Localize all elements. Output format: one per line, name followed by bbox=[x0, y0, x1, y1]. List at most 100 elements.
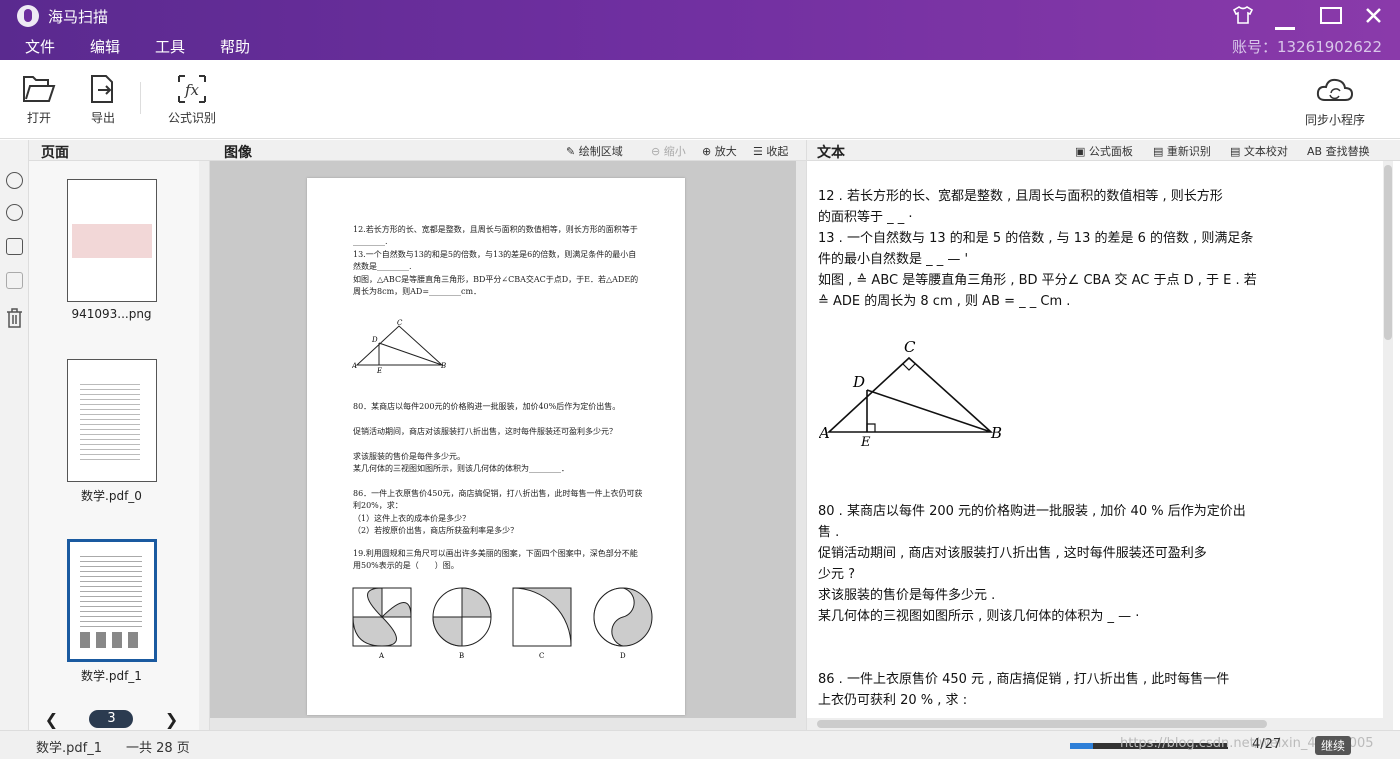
page-thumbnail-1[interactable] bbox=[67, 179, 157, 302]
minimize-icon[interactable] bbox=[1275, 15, 1295, 36]
collapse-button[interactable]: ☰ 收起 bbox=[753, 143, 788, 159]
proofread-button[interactable]: ▤ 文本校对 bbox=[1230, 143, 1288, 159]
formula-panel-button[interactable]: ▣ 公式面板 bbox=[1075, 143, 1133, 159]
sync-miniprogram-button[interactable]: 同步小程序 bbox=[1305, 76, 1365, 128]
page-pager: ❮ 3 ❯ bbox=[29, 708, 194, 730]
doc-question-80b: 促销活动期间，商店对该服装打八折出售，这时每件服装还可盈利多少元？ bbox=[353, 427, 617, 436]
menu-help[interactable]: 帮助 bbox=[220, 36, 250, 57]
ocr-text-line[interactable]: 86 . 一件上衣原售价 450 元 , 商店搞促销 , 打八折出售 , 此时每… bbox=[818, 669, 1229, 690]
collapse-label: 收起 bbox=[766, 145, 789, 158]
page-thumbnail-2[interactable] bbox=[67, 359, 157, 482]
ocr-tri-label-a: A bbox=[819, 424, 830, 442]
ocr-text-line[interactable]: 件的最小自然数是 _ _ — ' bbox=[818, 249, 968, 270]
menu-file[interactable]: 文件 bbox=[25, 36, 55, 57]
trash-icon[interactable] bbox=[6, 308, 23, 328]
pages-scrollbar[interactable] bbox=[199, 161, 209, 730]
re-recognize-button[interactable]: ▤ 重新识别 bbox=[1153, 143, 1211, 159]
doc-tri-label-d: D bbox=[371, 336, 378, 344]
pages-panel-title: 页面 bbox=[29, 140, 210, 161]
ocr-text-line[interactable]: 80 . 某商店以每件 200 元的价格购进一批服装 , 加价 40 % 后作为… bbox=[818, 501, 1246, 522]
doc-question-86b: （2）若按原价出售，商店所获盈利率是多少？ bbox=[353, 526, 519, 535]
find-replace-label: 查找替换 bbox=[1325, 145, 1370, 158]
maximize-icon[interactable] bbox=[1320, 7, 1342, 29]
re-recognize-label: 重新识别 bbox=[1166, 145, 1211, 158]
image-vscrollbar[interactable] bbox=[796, 161, 806, 730]
ocr-tri-label-e: E bbox=[860, 435, 871, 446]
ocr-text-line[interactable]: 上衣仍可获利 20 % , 求 : bbox=[818, 690, 967, 711]
folder-open-icon bbox=[23, 76, 56, 102]
ocr-text-line[interactable]: 少元 ? bbox=[818, 564, 855, 585]
rotate-right-icon[interactable] bbox=[6, 172, 23, 189]
ocr-text-line[interactable]: 求该服装的售价是每件多少元 . bbox=[818, 585, 995, 606]
pages-panel: 页面 941093...png 数学.pdf_0 数学.pdf_1 ❮ 3 ❯ bbox=[29, 140, 210, 730]
page-thumbnail-label: 数学.pdf_1 bbox=[81, 669, 142, 683]
skin-shirt-icon[interactable] bbox=[1232, 6, 1254, 29]
ocr-text-line[interactable]: 如图 , ≙ ABC 是等腰直角三角形 , BD 平分∠ CBA 交 AC 于点… bbox=[818, 270, 1257, 291]
status-total-pages: 一共 28 页 bbox=[126, 741, 190, 756]
page-thumbnail-label: 数学.pdf_0 bbox=[81, 489, 142, 503]
menu-tools[interactable]: 工具 bbox=[155, 36, 185, 57]
text-hscrollbar[interactable] bbox=[807, 718, 1383, 730]
ocr-text-line[interactable]: 促销活动期间 , 商店对该服装打八折出售 , 这时每件服装还可盈利多 bbox=[818, 543, 1207, 564]
ocr-text-line[interactable]: 售 . bbox=[818, 522, 839, 543]
formula-panel-label: 公式面板 bbox=[1088, 145, 1133, 158]
move-up-icon[interactable] bbox=[6, 238, 23, 255]
app-title: 海马扫描 bbox=[48, 8, 109, 26]
text-hscroll-thumb[interactable] bbox=[817, 720, 1267, 728]
continue-button[interactable]: 继续 bbox=[1315, 736, 1352, 755]
find-replace-button[interactable]: AB 查找替换 bbox=[1307, 143, 1370, 159]
image-panel-title: 图像 bbox=[224, 145, 252, 161]
draw-area-button[interactable]: ✎ 绘制区域 bbox=[566, 143, 623, 159]
doc-question-86: 86．一件上衣原售价450元，商店搞促销，打八折出售，此时每售一件上衣仍可获利2… bbox=[353, 489, 643, 510]
current-page-number[interactable]: 3 bbox=[89, 710, 134, 728]
doc-question-80c: 求该服装的售价是每件多少元。 bbox=[353, 452, 465, 461]
recognition-progress-fill bbox=[1070, 743, 1094, 749]
page-thumbnail-label: 941093...png bbox=[71, 307, 152, 321]
menu-edit[interactable]: 编辑 bbox=[90, 36, 120, 57]
seahorse-logo-icon bbox=[17, 5, 39, 27]
ocr-tri-label-c: C bbox=[904, 338, 916, 356]
ocr-triangle-figure: C D A B E bbox=[819, 338, 1002, 446]
close-icon[interactable] bbox=[1365, 7, 1382, 29]
page-thumbnail-3[interactable] bbox=[67, 539, 157, 662]
text-panel: 文本 ▣ 公式面板 ▤ 重新识别 ▤ 文本校对 AB 查找替换 12 . 若长方… bbox=[806, 140, 1400, 730]
doc-question-80d: 某几何体的三视图如图所示，则该几何体的体积为________． bbox=[353, 464, 569, 473]
scanned-page: 12.若长方形的长、宽都是整数，且周长与面积的数值相等，则长方形的面积等于___… bbox=[307, 178, 685, 715]
open-button[interactable]: 打开 bbox=[22, 74, 56, 126]
image-panel: 图像 ✎ 绘制区域 ⊖ 缩小 ⊕ 放大 ☰ 收起 12.若长方形的长、宽都是整数… bbox=[210, 140, 806, 730]
formula-recognition-button[interactable]: fx 公式识别 bbox=[168, 74, 216, 126]
doc-figure-label: D bbox=[620, 652, 626, 660]
thumb-text-lines bbox=[80, 380, 140, 460]
ocr-text-line[interactable]: ≙ ADE 的周长为 8 cm , 则 AB = _ _ Cm . bbox=[818, 291, 1070, 312]
svg-text:fx: fx bbox=[184, 81, 200, 99]
ocr-text-line[interactable]: 某几何体的三视图如图所示 , 则该几何体的体积为 _ — · bbox=[818, 606, 1139, 627]
doc-triangle-figure: C D A B E bbox=[352, 319, 446, 373]
text-vscrollbar[interactable] bbox=[1383, 161, 1393, 730]
export-button[interactable]: 导出 bbox=[88, 74, 118, 126]
draw-area-label: 绘制区域 bbox=[578, 145, 623, 158]
doc-question-12: 12.若长方形的长、宽都是整数，且周长与面积的数值相等，则长方形的面积等于___… bbox=[353, 225, 638, 246]
ocr-text-line[interactable]: 的面积等于 _ _ · bbox=[818, 207, 913, 228]
menu-bar: 文件 编辑 工具 帮助 bbox=[25, 36, 285, 57]
next-page-button[interactable]: ❯ bbox=[165, 710, 178, 729]
thumb-text-lines bbox=[80, 552, 142, 627]
doc-pattern-figures: A B C D bbox=[352, 587, 653, 660]
doc-tri-label-b: B bbox=[440, 362, 446, 370]
ocr-text-line[interactable]: 12 . 若长方形的长、宽都是整数 , 且周长与面积的数值相等 , 则长方形 bbox=[818, 186, 1223, 207]
toolbar: 打开 导出 fx 公式识别 同步小程序 bbox=[0, 60, 1400, 139]
image-hscrollbar[interactable] bbox=[210, 718, 796, 730]
doc-figure-label: A bbox=[378, 652, 385, 660]
zoom-out-button[interactable]: ⊖ 缩小 bbox=[651, 143, 686, 159]
ocr-text-line[interactable]: 13 . 一个自然数与 13 的和是 5 的倍数 , 与 13 的差是 6 的倍… bbox=[818, 228, 1253, 249]
image-panel-header: 图像 ✎ 绘制区域 ⊖ 缩小 ⊕ 放大 ☰ 收起 bbox=[210, 140, 806, 161]
move-down-icon[interactable] bbox=[6, 272, 23, 289]
rotate-left-icon[interactable] bbox=[6, 204, 23, 221]
prev-page-button[interactable]: ❮ bbox=[45, 710, 58, 729]
doc-question-19: 19.利用圆规和三角尺可以画出许多美丽的图案，下面四个图案中，深色部分不能用50… bbox=[353, 549, 638, 570]
doc-tri-label-e: E bbox=[376, 367, 382, 373]
doc-tri-label-c: C bbox=[397, 319, 403, 327]
doc-question-13b: 如图，△ABC是等腰直角三角形，BD平分∠CBA交AC于点D，于E．若△ADE的… bbox=[353, 275, 639, 296]
zoom-in-button[interactable]: ⊕ 放大 bbox=[702, 143, 737, 159]
toolbar-divider bbox=[140, 82, 141, 114]
text-scroll-thumb[interactable] bbox=[1384, 165, 1392, 340]
